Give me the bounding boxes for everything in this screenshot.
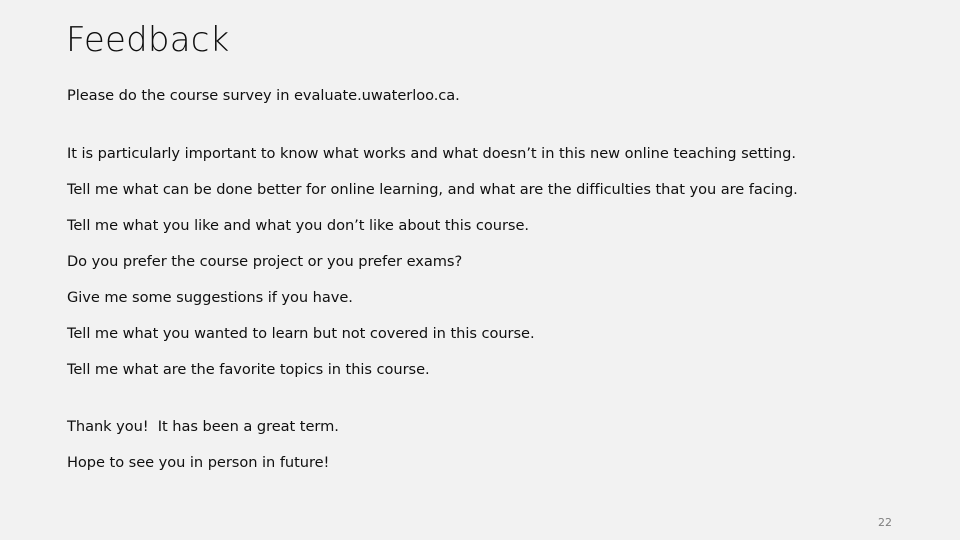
- survey-instruction-line: Please do the course survey in evaluate.…: [67, 85, 907, 107]
- slide-body: Please do the course survey in evaluate.…: [67, 85, 907, 474]
- closing-line-thanks: Thank you! It has been a great term.: [67, 416, 907, 438]
- spacer-before-closing: [67, 381, 907, 416]
- closing-remarks: Thank you! It has been a great term. Hop…: [67, 416, 907, 474]
- list-item: Tell me what you wanted to learn but not…: [67, 323, 907, 345]
- page-number: 22: [878, 516, 892, 529]
- list-item: Tell me what can be done better for onli…: [67, 179, 907, 201]
- spacer-after-intro: [67, 107, 907, 143]
- page-title: Feedback: [66, 22, 230, 59]
- feedback-prompt-list: It is particularly important to know wha…: [67, 143, 907, 381]
- slide-canvas: Feedback Please do the course survey in …: [0, 0, 960, 540]
- closing-line-hope: Hope to see you in person in future!: [67, 452, 907, 474]
- list-item: Tell me what you like and what you don’t…: [67, 215, 907, 237]
- list-item: It is particularly important to know wha…: [67, 143, 907, 165]
- list-item: Tell me what are the favorite topics in …: [67, 359, 907, 381]
- list-item: Give me some suggestions if you have.: [67, 287, 907, 309]
- list-item: Do you prefer the course project or you …: [67, 251, 907, 273]
